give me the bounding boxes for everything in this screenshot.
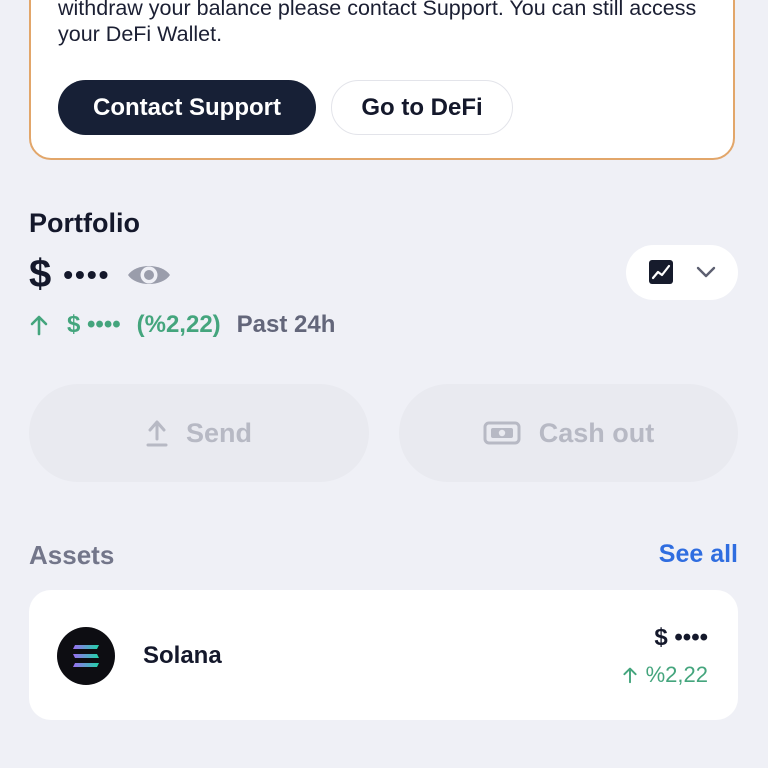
restriction-banner: Your account is now restricted from buyi…	[29, 0, 735, 160]
balance-masked-value: ••••	[63, 258, 111, 290]
cash-out-button[interactable]: Cash out	[399, 384, 738, 482]
portfolio-screen: Your account is now restricted from buyi…	[0, 0, 768, 768]
portfolio-title: Portfolio	[29, 208, 140, 238]
portfolio-change: $ •••• (%2,22) Past 24h	[29, 311, 335, 339]
asset-row-solana[interactable]: Solana $ •••• %2,22	[29, 590, 738, 720]
chart-type-toggle[interactable]	[626, 245, 738, 300]
banknote-icon	[483, 421, 521, 445]
assets-title: Assets	[29, 540, 115, 570]
balance-currency: $	[29, 252, 52, 296]
asset-change-percent: %2,22	[645, 662, 708, 687]
change-period: Past 24h	[236, 311, 336, 338]
up-arrow-icon	[623, 667, 637, 684]
chart-line-icon	[649, 260, 673, 284]
asset-name: Solana	[143, 642, 222, 669]
eye-icon[interactable]	[126, 260, 172, 290]
up-arrow-icon	[30, 315, 48, 336]
upload-arrow-icon	[146, 420, 168, 447]
portfolio-balance: $ ••••	[29, 252, 172, 297]
solana-logo-icon	[57, 627, 115, 685]
contact-support-button[interactable]: Contact Support	[58, 80, 316, 135]
chevron-down-icon	[696, 266, 716, 278]
asset-value: $ ••••	[654, 624, 708, 651]
cash-out-label: Cash out	[538, 417, 655, 448]
asset-change: %2,22	[622, 662, 708, 688]
go-to-defi-button[interactable]: Go to DeFi	[331, 80, 513, 135]
restriction-message: Your account is now restricted from buyi…	[58, 0, 697, 46]
change-percent: (%2,22)	[136, 311, 221, 338]
see-all-link[interactable]: See all	[659, 540, 738, 569]
send-button[interactable]: Send	[29, 384, 369, 482]
send-label: Send	[185, 417, 252, 448]
change-amount: $ ••••	[67, 311, 121, 338]
